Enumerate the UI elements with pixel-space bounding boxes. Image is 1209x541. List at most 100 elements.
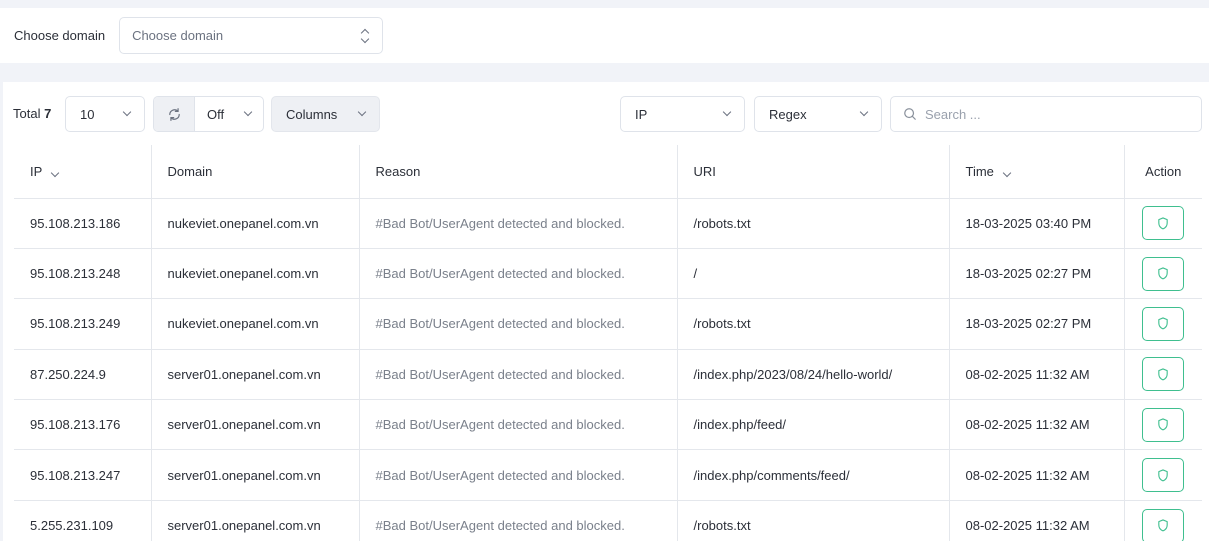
columns-label: Columns <box>286 106 338 122</box>
column-header-domain-label: Domain <box>167 163 213 179</box>
table-row: 95.108.213.247 server01.onepanel.com.vn #B… <box>14 449 1202 501</box>
cell-action <box>1124 500 1202 541</box>
shield-icon <box>1158 519 1168 532</box>
refresh-icon <box>168 107 180 121</box>
up-down-chevron-icon <box>360 29 370 43</box>
cell-domain: server01.onepanel.com.vn <box>151 349 360 401</box>
cell-reason: #Bad Bot/UserAgent detected and blocked. <box>359 449 678 501</box>
cell-action <box>1124 298 1202 350</box>
column-header-uri-label: URI <box>693 163 716 179</box>
cell-action <box>1124 349 1202 401</box>
cell-action <box>1124 248 1202 300</box>
chevron-down-icon <box>243 107 253 117</box>
domain-select-placeholder: Choose domain <box>132 28 224 43</box>
table-body: 95.108.213.186 nukeviet.onepanel.com.vn #B… <box>14 198 1202 541</box>
unblock-button[interactable] <box>1142 256 1185 291</box>
column-header-domain: Domain <box>151 145 360 199</box>
search-mode-value: Regex <box>769 106 807 122</box>
shield-icon <box>1158 217 1168 230</box>
cell-uri: /index.php/2023/08/24/hello-world/ <box>677 349 950 401</box>
search-field-select[interactable]: IP <box>620 96 745 132</box>
domain-filter-bar: Choose domain Choose domain <box>0 8 1209 63</box>
unblock-button[interactable] <box>1142 508 1185 541</box>
column-header-action-label: Action <box>1145 163 1182 179</box>
cell-reason: #Bad Bot/UserAgent detected and blocked. <box>359 349 678 401</box>
chevron-down-icon <box>51 168 60 177</box>
unblock-button[interactable] <box>1142 206 1185 241</box>
auto-refresh-value: Off <box>207 106 225 122</box>
cell-ip: 95.108.213.249 <box>14 298 152 350</box>
column-header-time-label: Time <box>965 163 994 179</box>
cell-domain: nukeviet.onepanel.com.vn <box>151 198 360 249</box>
cell-time: 18-03-2025 03:40 PM <box>949 198 1125 249</box>
cell-action <box>1124 399 1202 451</box>
cell-uri: /index.php/comments/feed/ <box>677 449 950 501</box>
cell-uri: / <box>677 248 950 300</box>
page-size-select[interactable]: 10 <box>65 96 145 132</box>
chevron-down-icon <box>859 107 869 117</box>
search-box <box>890 96 1202 132</box>
chevron-down-icon <box>357 107 367 117</box>
logs-panel: Total 7 10 Off Columns IP Regex Search .… <box>3 82 1209 541</box>
chevron-down-icon <box>1002 168 1012 177</box>
cell-reason: #Bad Bot/UserAgent detected and blocked. <box>359 399 678 451</box>
cell-domain: nukeviet.onepanel.com.vn <box>151 298 360 350</box>
total-label: Total <box>13 106 41 121</box>
cell-ip: 95.108.213.176 <box>14 399 152 451</box>
column-header-uri: URI <box>677 145 950 199</box>
column-header-reason-label: Reason <box>375 163 421 179</box>
cell-time: 08-02-2025 11:32 AM <box>949 399 1125 451</box>
cell-time: 08-02-2025 11:32 AM <box>949 500 1125 541</box>
shield-icon <box>1158 317 1168 330</box>
cell-uri: /robots.txt <box>677 298 950 350</box>
unblock-button[interactable] <box>1142 306 1185 341</box>
domain-select[interactable]: Choose domain <box>119 17 384 54</box>
refresh-button[interactable] <box>154 97 195 131</box>
table-row: 87.250.224.9 server01.onepanel.com.vn #Bad… <box>14 349 1202 401</box>
cell-uri: /robots.txt <box>677 500 950 541</box>
blocked-requests-table: IP Domain Reason URI Time Action 95.108.… <box>14 145 1202 541</box>
shield-icon <box>1158 418 1168 431</box>
columns-button[interactable]: Columns <box>271 96 380 132</box>
column-header-ip-label: IP <box>30 163 43 179</box>
cell-reason: #Bad Bot/UserAgent detected and blocked. <box>359 248 678 300</box>
domain-filter-label: Choose domain <box>14 28 106 43</box>
cell-ip: 95.108.213.186 <box>14 198 152 249</box>
total-value: 7 <box>44 106 52 121</box>
total-count: Total 7 <box>13 106 51 121</box>
shield-icon <box>1158 267 1168 280</box>
search-field-value: IP <box>635 106 648 122</box>
cell-action <box>1124 198 1202 249</box>
unblock-button[interactable] <box>1142 407 1185 442</box>
cell-time: 08-02-2025 11:32 AM <box>949 449 1125 501</box>
unblock-button[interactable] <box>1142 357 1185 392</box>
cell-ip: 5.255.231.109 <box>14 500 152 541</box>
column-header-reason: Reason <box>359 145 678 199</box>
cell-reason: #Bad Bot/UserAgent detected and blocked. <box>359 198 678 249</box>
unblock-button[interactable] <box>1142 458 1185 493</box>
chevron-down-icon <box>722 107 732 117</box>
auto-refresh-select[interactable]: Off <box>195 97 263 131</box>
table-toolbar: Total 7 10 Off Columns IP Regex Search .… <box>3 82 1209 146</box>
cell-uri: /robots.txt <box>677 198 950 249</box>
cell-ip: 95.108.213.247 <box>14 449 152 501</box>
table-row: 95.108.213.248 nukeviet.onepanel.com.vn #B… <box>14 248 1202 300</box>
cell-time: 08-02-2025 11:32 AM <box>949 349 1125 401</box>
search-icon <box>904 108 916 120</box>
cell-reason: #Bad Bot/UserAgent detected and blocked. <box>359 298 678 350</box>
search-input[interactable] <box>925 106 1185 122</box>
cell-domain: server01.onepanel.com.vn <box>151 449 360 501</box>
column-header-ip[interactable]: IP <box>14 145 152 199</box>
column-header-action: Action <box>1124 145 1202 199</box>
cell-domain: nukeviet.onepanel.com.vn <box>151 248 360 300</box>
cell-domain: server01.onepanel.com.vn <box>151 500 360 541</box>
search-mode-select[interactable]: Regex <box>754 96 882 132</box>
auto-refresh-group: Off <box>153 96 264 132</box>
cell-reason: #Bad Bot/UserAgent detected and blocked. <box>359 500 678 541</box>
cell-action <box>1124 449 1202 501</box>
shield-icon <box>1158 368 1168 381</box>
cell-time: 18-03-2025 02:27 PM <box>949 298 1125 350</box>
table-row: 5.255.231.109 server01.onepanel.com.vn #Ba… <box>14 500 1202 541</box>
cell-ip: 95.108.213.248 <box>14 248 152 300</box>
column-header-time[interactable]: Time <box>949 145 1125 199</box>
